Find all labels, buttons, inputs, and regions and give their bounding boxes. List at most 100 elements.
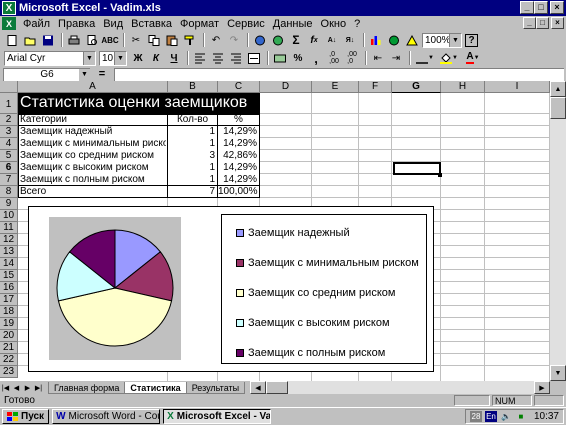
row-header-15[interactable]: 15 — [0, 270, 18, 282]
currency-icon[interactable] — [272, 51, 288, 66]
wb-restore-button[interactable]: □ — [536, 17, 549, 29]
sort-descending-icon[interactable]: Я↓ — [342, 33, 358, 48]
table-cell-count[interactable]: 3 — [168, 150, 217, 162]
align-center-icon[interactable] — [210, 51, 226, 66]
menu-format[interactable]: Формат — [176, 18, 223, 30]
column-header-c[interactable]: C — [218, 81, 260, 93]
table-header-percent[interactable]: % — [218, 114, 259, 126]
start-button[interactable]: Пуск — [2, 409, 50, 424]
menu-data[interactable]: Данные — [269, 18, 317, 30]
minimize-button[interactable]: _ — [520, 1, 534, 14]
table-header-count[interactable]: Кол-во — [168, 114, 217, 126]
formula-input[interactable] — [114, 67, 564, 81]
table-cell-count[interactable]: 1 — [168, 162, 217, 174]
font-size-select[interactable]: 10 ▼ — [99, 50, 127, 66]
spelling-icon[interactable]: ABC — [101, 33, 118, 48]
tab-main-form[interactable]: Главная форма — [48, 381, 126, 394]
undo-icon[interactable]: ↶ — [208, 33, 224, 48]
formula-equals[interactable]: = — [90, 68, 114, 80]
table-cell-category[interactable]: Заемщик с минимальным риском — [20, 138, 166, 150]
row-header-23[interactable]: 23 — [0, 366, 18, 378]
row-header-22[interactable]: 22 — [0, 354, 18, 366]
tray-network-icon[interactable]: ■ — [515, 411, 527, 422]
row-header-6[interactable]: 6 — [0, 162, 18, 174]
pie-chart[interactable]: Заемщик надежный Заемщик с минимальным р… — [28, 206, 434, 372]
table-cell-category[interactable]: Заемщик с полным риском — [20, 174, 166, 186]
table-cell-count[interactable]: 1 — [168, 126, 217, 138]
column-header-d[interactable]: D — [260, 81, 312, 93]
zoom-select[interactable]: 100% ▼ — [422, 32, 462, 48]
tab-statistics[interactable]: Статистика — [124, 381, 187, 394]
decrease-indent-icon[interactable]: ⇤ — [370, 51, 386, 66]
column-header-f[interactable]: F — [359, 81, 392, 93]
vertical-scrollbar[interactable]: ▲ ▼ — [550, 81, 566, 381]
table-cell-percent[interactable]: 14,29% — [218, 126, 259, 138]
row-header-17[interactable]: 17 — [0, 294, 18, 306]
table-cell-percent[interactable]: 42,86% — [218, 150, 259, 162]
row-header-4[interactable]: 4 — [0, 138, 18, 150]
table-total-count[interactable]: 7 — [168, 186, 217, 198]
column-header-h[interactable]: H — [441, 81, 485, 93]
scroll-left-icon[interactable]: ◀ — [250, 381, 266, 394]
row-header-1[interactable]: 1 — [0, 93, 18, 114]
fill-color-icon[interactable]: ▼ — [438, 51, 460, 66]
taskbar-item-word[interactable]: W Microsoft Word - Course p... — [52, 409, 161, 424]
cut-icon[interactable]: ✂ — [128, 33, 144, 48]
font-select[interactable]: Arial Cyr ▼ — [4, 50, 96, 66]
wb-close-button[interactable]: × — [551, 17, 564, 29]
open-icon[interactable] — [22, 33, 38, 48]
column-header-a[interactable]: A — [18, 81, 168, 93]
row-header-7[interactable]: 7 — [0, 174, 18, 186]
increase-indent-icon[interactable]: ⇥ — [388, 51, 404, 66]
decrease-decimal-icon[interactable]: ,00,0 — [344, 51, 360, 66]
taskbar-item-excel[interactable]: X Microsoft Excel - Vad... — [163, 409, 272, 424]
row-header-13[interactable]: 13 — [0, 246, 18, 258]
row-header-20[interactable]: 20 — [0, 330, 18, 342]
chart-wizard-icon[interactable] — [368, 33, 384, 48]
save-icon[interactable] — [40, 33, 56, 48]
new-icon[interactable] — [4, 33, 20, 48]
close-button[interactable]: × — [550, 1, 564, 14]
comma-style-icon[interactable]: , — [308, 51, 324, 66]
row-header-8[interactable]: 8 — [0, 186, 18, 198]
table-total-percent[interactable]: 100,00% — [218, 186, 259, 198]
menu-help[interactable]: ? — [350, 18, 364, 30]
format-painter-icon[interactable] — [182, 33, 198, 48]
hyperlink-icon[interactable] — [252, 33, 268, 48]
office-assistant-icon[interactable]: ? — [465, 33, 478, 47]
fill-handle[interactable] — [438, 173, 442, 177]
table-cell-count[interactable]: 1 — [168, 138, 217, 150]
workbook-icon[interactable]: X — [2, 17, 16, 30]
print-preview-icon[interactable] — [84, 33, 100, 48]
redo-icon[interactable]: ↷ — [226, 33, 242, 48]
table-title[interactable]: Статистика оценки заемщиков — [18, 93, 260, 114]
map-icon[interactable] — [386, 33, 402, 48]
menu-view[interactable]: Вид — [99, 18, 127, 30]
row-header-11[interactable]: 11 — [0, 222, 18, 234]
table-cell-category[interactable]: Заемщик со средним риском — [20, 150, 166, 162]
select-all-corner[interactable] — [0, 81, 18, 93]
menu-window[interactable]: Окно — [317, 18, 351, 30]
copy-icon[interactable] — [146, 33, 162, 48]
font-color-icon[interactable]: A ▼ — [462, 51, 484, 66]
function-icon[interactable]: fx — [306, 33, 322, 48]
last-sheet-icon[interactable]: ▶| — [33, 382, 44, 393]
column-header-g[interactable]: G — [392, 81, 441, 93]
percent-icon[interactable]: % — [290, 51, 306, 66]
scroll-down-icon[interactable]: ▼ — [550, 365, 566, 381]
row-header-12[interactable]: 12 — [0, 234, 18, 246]
column-header-b[interactable]: B — [168, 81, 218, 93]
name-box[interactable]: G6 ▼ — [3, 67, 90, 81]
row-header-10[interactable]: 10 — [0, 210, 18, 222]
next-sheet-icon[interactable]: ▶ — [22, 382, 33, 393]
table-cell-percent[interactable]: 14,29% — [218, 162, 259, 174]
chart-legend[interactable]: Заемщик надежный Заемщик с минимальным р… — [221, 214, 427, 364]
row-header-21[interactable]: 21 — [0, 342, 18, 354]
table-total-label[interactable]: Всего — [20, 186, 166, 198]
row-header-9[interactable]: 9 — [0, 198, 18, 210]
bold-icon[interactable]: Ж — [130, 51, 146, 66]
wb-minimize-button[interactable]: _ — [523, 17, 536, 29]
drawing-icon[interactable] — [404, 33, 420, 48]
sort-ascending-icon[interactable]: A↓ — [324, 33, 340, 48]
table-cell-percent[interactable]: 14,29% — [218, 174, 259, 186]
